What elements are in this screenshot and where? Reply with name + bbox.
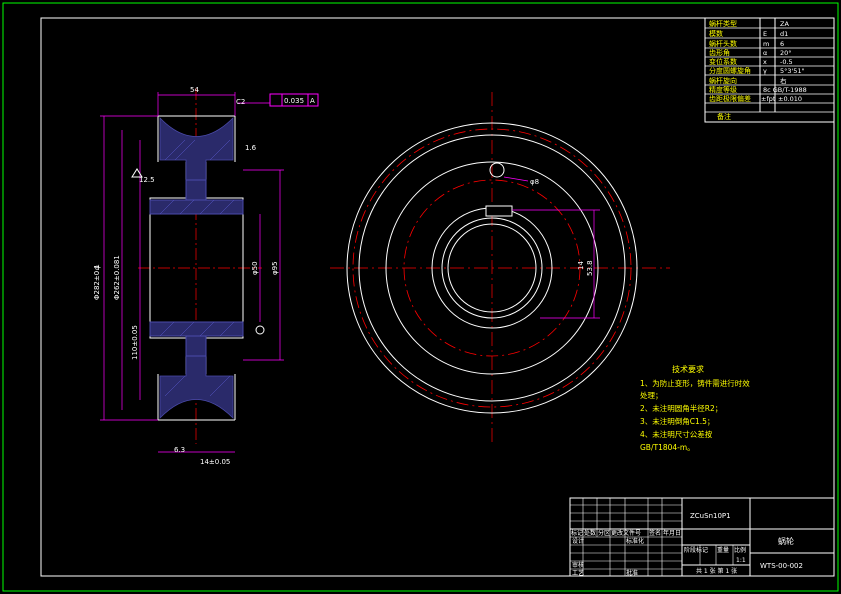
tech-line: 处理； bbox=[640, 390, 663, 400]
tolerance-frame: 0.035 A bbox=[269, 93, 319, 107]
tech-line: 4、未注明尺寸公差按 bbox=[640, 429, 713, 439]
front-view: φ8 14 53.8 bbox=[330, 92, 670, 444]
param-symbol: E bbox=[763, 30, 767, 38]
tb-stage: 阶段标记 bbox=[684, 546, 708, 554]
section-view: 0.035 A 54 C2 12.5 1.6 14±0.05 6.3 φ Φ28… bbox=[93, 86, 319, 466]
tech-line: 3、未注明倒角C1.5； bbox=[640, 416, 714, 426]
param-symbol: α bbox=[763, 49, 767, 57]
dim-dia-1: Φ282±0.1 bbox=[93, 264, 101, 300]
param-name: 齿距极限偏差 bbox=[709, 94, 751, 103]
dim-bore: φ50 bbox=[251, 261, 259, 275]
param-value: ±0.010 bbox=[778, 95, 802, 103]
param-name: 分度圆螺旋角 bbox=[709, 66, 751, 75]
tb-sheets: 共 1 张 第 1 张 bbox=[696, 567, 737, 575]
dim-keyway-h: 53.8 bbox=[586, 260, 594, 276]
tech-line: GB/T1804-m。 bbox=[640, 443, 695, 452]
tb-mark: 年月日 bbox=[663, 529, 681, 537]
tech-line: 1、为防止变形，铸件需进行时效 bbox=[640, 378, 750, 388]
tb-mark: 更改文件号 bbox=[611, 529, 641, 537]
param-value: -0.5 bbox=[780, 58, 793, 66]
dim-keyway-w: 14 bbox=[577, 261, 585, 270]
tb-mark: 分区 bbox=[598, 529, 610, 537]
param-value: d1 bbox=[780, 30, 788, 38]
dim-roughness-hub: 1.6 bbox=[245, 144, 257, 152]
param-name: 蜗杆类型 bbox=[709, 19, 737, 28]
tb-stage: 重量 bbox=[717, 546, 729, 554]
tb-role: 工艺 bbox=[572, 569, 584, 577]
dim-bottom-width: 14±0.05 bbox=[200, 458, 230, 466]
param-name: 精度等级 bbox=[709, 85, 737, 94]
tolerance-value: 0.035 bbox=[284, 97, 304, 105]
tech-title: 技术要求 bbox=[672, 364, 704, 374]
tb-drawing-no: WTS-00-002 bbox=[760, 562, 803, 570]
dim-hub: φ95 bbox=[271, 261, 279, 275]
param-symbol: ±fpt bbox=[761, 95, 776, 103]
param-value: 5°3'51" bbox=[780, 67, 805, 75]
tb-mark: 签名 bbox=[649, 529, 661, 537]
param-value: ZA bbox=[780, 20, 789, 28]
datum-label: A bbox=[310, 97, 315, 105]
dim-dia-3: 110±0.05 bbox=[131, 325, 139, 360]
tb-approve: 批准 bbox=[626, 569, 638, 577]
dim-roughness-bottom: 6.3 bbox=[174, 446, 185, 454]
tb-scale: 1:1 bbox=[736, 557, 746, 564]
param-name: 蜗杆旋向 bbox=[709, 76, 737, 85]
param-value: 8c GB/T-1988 bbox=[763, 86, 807, 94]
param-name: 模数 bbox=[709, 29, 723, 38]
param-value: 6 bbox=[780, 40, 784, 48]
dim-width-top: 54 bbox=[190, 86, 199, 94]
params-table: 蜗杆类型 模数 蜗杆头数 齿形角 变位系数 分度圆螺旋角 蜗杆旋向 精度等级 齿… bbox=[704, 17, 835, 123]
tb-mark: 处数 bbox=[584, 529, 596, 537]
param-symbol: m bbox=[763, 40, 769, 48]
param-name: 备注 bbox=[717, 112, 731, 121]
param-name: 变位系数 bbox=[709, 57, 737, 66]
param-symbol: γ bbox=[763, 67, 767, 75]
tb-mark: 标记 bbox=[571, 529, 583, 537]
dim-chamfer: C2 bbox=[236, 98, 245, 106]
tb-stage: 比例 bbox=[734, 546, 746, 554]
drawing-canvas: 蜗杆类型 模数 蜗杆头数 齿形角 变位系数 分度圆螺旋角 蜗杆旋向 精度等级 齿… bbox=[2, 2, 839, 592]
param-value: 20° bbox=[780, 49, 792, 57]
tb-material: ZCuSn10P1 bbox=[690, 512, 731, 520]
param-name: 齿形角 bbox=[709, 48, 730, 57]
param-symbol: x bbox=[763, 58, 767, 66]
tb-role: 设计 bbox=[572, 537, 584, 545]
title-block: 标记 处数 分区 更改文件号 签名 年月日 设计 审核 工艺 标准化 批准 阶段… bbox=[569, 497, 835, 577]
tb-std: 标准化 bbox=[626, 537, 644, 545]
dim-dia-2: Φ262±0.081 bbox=[113, 255, 121, 300]
tb-role: 审核 bbox=[572, 561, 584, 569]
dim-hole: φ8 bbox=[530, 178, 539, 186]
param-value: 右 bbox=[780, 76, 787, 85]
param-name: 蜗杆头数 bbox=[709, 39, 737, 48]
tech-line: 2、未注明圆角半径R2； bbox=[640, 403, 722, 413]
tech-requirements: 技术要求 1、为防止变形，铸件需进行时效 处理； 2、未注明圆角半径R2； 3、… bbox=[640, 364, 750, 452]
tb-part-name: 蜗轮 bbox=[778, 536, 794, 546]
